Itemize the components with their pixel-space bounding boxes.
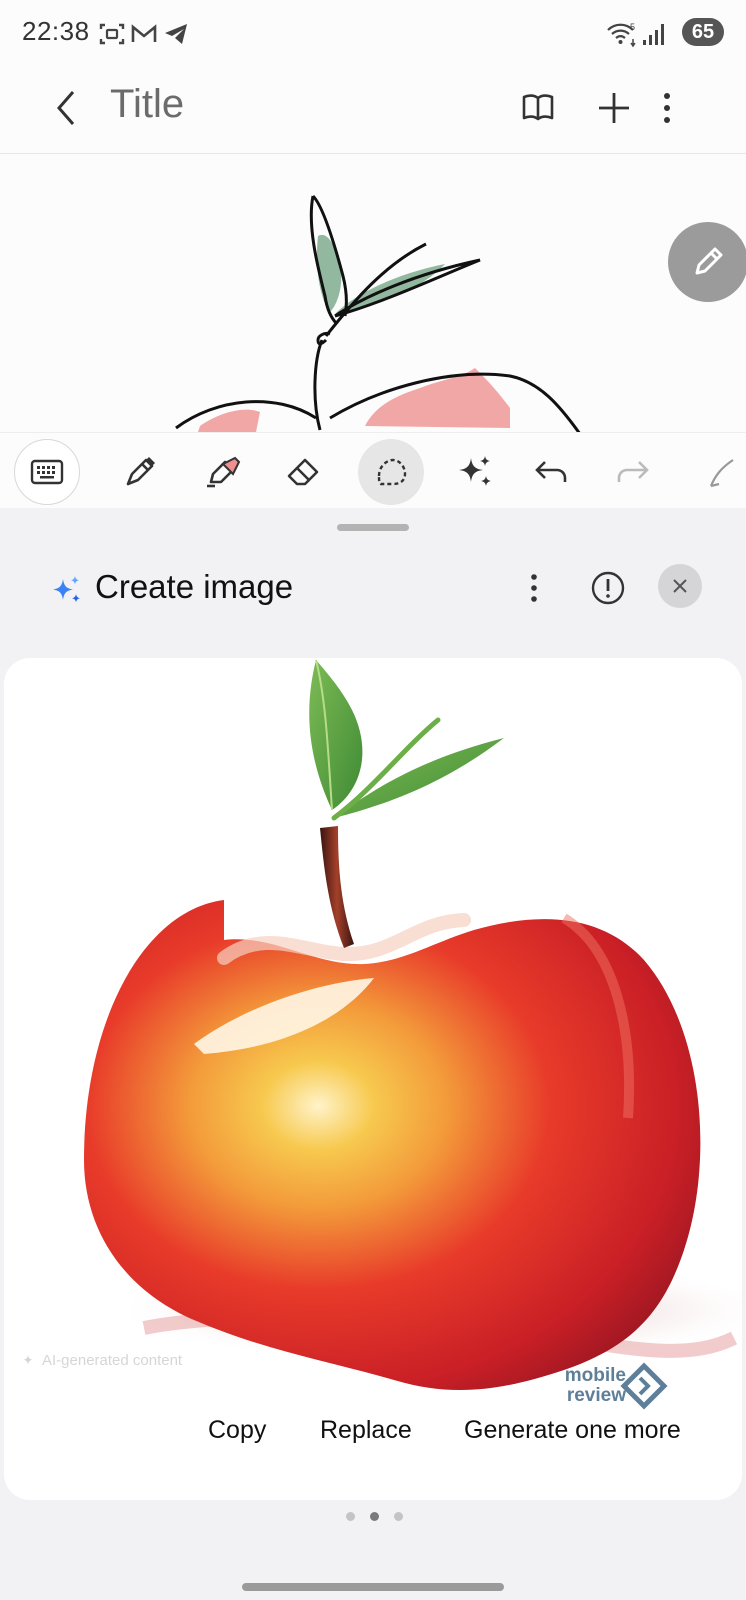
chevron-left-icon	[57, 91, 75, 125]
close-icon	[673, 579, 687, 593]
more-vert-icon	[531, 574, 537, 602]
back-button[interactable]	[40, 78, 92, 138]
create-image-sheet: Create image AI-generated content mobile…	[0, 508, 746, 1600]
pen-tool[interactable]	[105, 439, 171, 505]
highlighter-tool[interactable]	[188, 439, 254, 505]
generate-more-button[interactable]: Generate one more	[464, 1416, 681, 1445]
ai-assist-tool[interactable]	[442, 439, 508, 505]
info-button[interactable]	[584, 564, 632, 612]
redo-button[interactable]	[600, 439, 666, 505]
signal-icon	[643, 24, 664, 45]
svg-text:5: 5	[630, 22, 635, 32]
lasso-tool[interactable]	[358, 439, 424, 505]
sheet-drag-handle[interactable]	[337, 524, 409, 531]
watermark-line2: review	[566, 1385, 626, 1406]
status-bar: 22:38 5 65	[0, 0, 746, 66]
add-button[interactable]	[586, 80, 642, 136]
info-icon	[591, 571, 625, 605]
replace-button[interactable]: Replace	[320, 1416, 412, 1445]
highlighter-icon	[207, 456, 241, 488]
ai-badge-icon	[23, 1354, 33, 1365]
battery-indicator: 65	[682, 18, 724, 46]
book-view-button[interactable]	[510, 80, 566, 136]
app-bar: Title	[0, 66, 746, 154]
pen-settings-icon	[709, 459, 734, 488]
generated-apple-image[interactable]	[4, 658, 742, 1400]
page-dot-active	[370, 1512, 379, 1521]
home-indicator[interactable]	[242, 1583, 504, 1591]
telegram-icon	[165, 24, 187, 44]
ai-generated-badge: AI-generated content	[22, 1352, 182, 1369]
close-button[interactable]	[658, 564, 702, 608]
wifi-icon: 5	[607, 22, 636, 48]
undo-icon	[535, 461, 567, 482]
pen-icon	[126, 457, 155, 486]
book-icon	[522, 94, 554, 121]
drawing-toolbar	[0, 432, 746, 509]
ai-sparkle-icon	[459, 456, 491, 486]
watermark-logo-icon	[620, 1362, 668, 1410]
lasso-icon	[377, 458, 407, 486]
sheet-more-button[interactable]	[510, 564, 558, 612]
screenshot-icon	[99, 23, 125, 45]
gmail-icon	[131, 24, 157, 42]
more-vert-icon	[664, 93, 670, 123]
pen-settings-button[interactable]	[690, 439, 746, 505]
plus-icon	[599, 93, 629, 123]
eraser-tool[interactable]	[270, 439, 336, 505]
eraser-icon	[287, 458, 319, 486]
sheet-title: Create image	[95, 568, 294, 605]
undo-button[interactable]	[518, 439, 584, 505]
copy-button[interactable]: Copy	[208, 1416, 266, 1445]
pencil-icon	[695, 247, 723, 275]
keyboard-button[interactable]	[14, 439, 80, 505]
page-dot	[346, 1512, 355, 1521]
apple-sketch-drawing[interactable]	[0, 154, 746, 432]
redo-icon	[617, 461, 649, 482]
note-title[interactable]: Title	[110, 82, 184, 127]
watermark-line1: mobile	[564, 1365, 626, 1386]
page-dot	[394, 1512, 403, 1521]
ai-badge-label: AI-generated content	[42, 1352, 183, 1369]
page-indicator	[346, 1510, 406, 1524]
more-options-button[interactable]	[652, 80, 682, 136]
keyboard-icon	[30, 459, 64, 485]
edit-fab[interactable]	[668, 222, 746, 302]
watermark-text: mobile review	[540, 1366, 626, 1406]
generated-image-card: AI-generated content mobile review Copy …	[4, 658, 742, 1500]
sheet-header: Create image	[0, 546, 746, 636]
sparkle-icon	[53, 576, 80, 603]
status-time: 22:38	[22, 16, 90, 46]
image-actions: Copy Replace Generate one more	[4, 1406, 742, 1468]
